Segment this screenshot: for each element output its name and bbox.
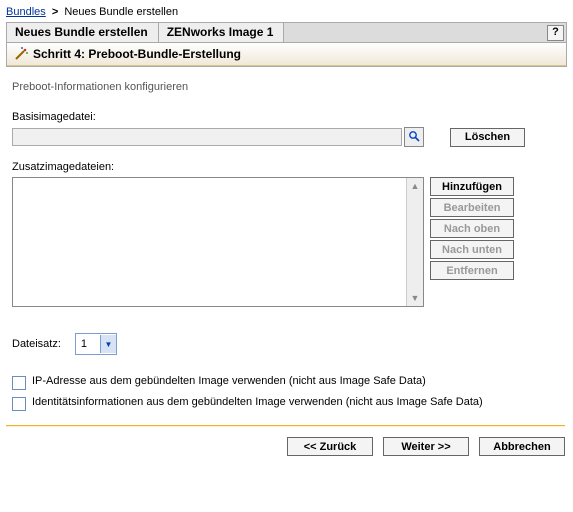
fileset-select[interactable]: 1 ▼ xyxy=(75,333,117,355)
cancel-button[interactable]: Abbrechen xyxy=(479,437,565,456)
scroll-up-icon[interactable]: ▲ xyxy=(407,178,423,194)
use-ip-label: IP-Adresse aus dem gebündelten Image ver… xyxy=(32,375,426,387)
wand-icon xyxy=(13,46,29,62)
use-ip-checkbox[interactable] xyxy=(12,376,26,390)
additional-images-listbox[interactable]: ▲ ▼ xyxy=(12,177,424,307)
base-image-input[interactable] xyxy=(12,128,402,146)
chevron-down-icon: ▼ xyxy=(100,335,116,353)
list-action-buttons: Hinzufügen Bearbeiten Nach oben Nach unt… xyxy=(430,177,514,280)
help-button[interactable]: ? xyxy=(547,25,564,41)
add-button[interactable]: Hinzufügen xyxy=(430,177,514,196)
breadcrumb: Bundles > Neues Bundle erstellen xyxy=(6,6,567,18)
divider xyxy=(6,425,565,427)
additional-images-label: Zusatzimagedateien: xyxy=(12,161,561,173)
move-down-button[interactable]: Nach unten xyxy=(430,240,514,259)
page-subtitle: Preboot-Informationen konfigurieren xyxy=(12,81,567,93)
breadcrumb-separator: > xyxy=(52,6,58,18)
breadcrumb-current: Neues Bundle erstellen xyxy=(64,6,178,18)
tab-bar: Neues Bundle erstellen ZENworks Image 1 … xyxy=(7,23,566,43)
browse-button[interactable] xyxy=(404,127,424,147)
use-identity-checkbox[interactable] xyxy=(12,397,26,411)
wizard-footer: << Zurück Weiter >> Abbrechen xyxy=(6,437,565,456)
use-identity-label: Identitätsinformationen aus dem gebündel… xyxy=(32,396,483,408)
tab-zenworks-image[interactable]: ZENworks Image 1 xyxy=(159,23,285,42)
edit-button[interactable]: Bearbeiten xyxy=(430,198,514,217)
remove-button[interactable]: Entfernen xyxy=(430,261,514,280)
fileset-row: Dateisatz: 1 ▼ xyxy=(12,333,561,355)
search-icon xyxy=(408,130,420,145)
back-button[interactable]: << Zurück xyxy=(287,437,373,456)
wizard-header: Neues Bundle erstellen ZENworks Image 1 … xyxy=(6,22,567,67)
breadcrumb-root[interactable]: Bundles xyxy=(6,6,46,18)
fileset-value: 1 xyxy=(76,338,100,350)
step-row: Schritt 4: Preboot-Bundle-Erstellung xyxy=(7,43,566,66)
next-button[interactable]: Weiter >> xyxy=(383,437,469,456)
step-title: Schritt 4: Preboot-Bundle-Erstellung xyxy=(33,47,241,61)
tab-new-bundle[interactable]: Neues Bundle erstellen xyxy=(7,23,159,42)
delete-button[interactable]: Löschen xyxy=(450,128,525,147)
scroll-down-icon[interactable]: ▼ xyxy=(407,290,423,306)
fileset-label: Dateisatz: xyxy=(12,338,61,350)
move-up-button[interactable]: Nach oben xyxy=(430,219,514,238)
base-image-label: Basisimagedatei: xyxy=(12,111,561,123)
scrollbar[interactable]: ▲ ▼ xyxy=(406,178,423,306)
